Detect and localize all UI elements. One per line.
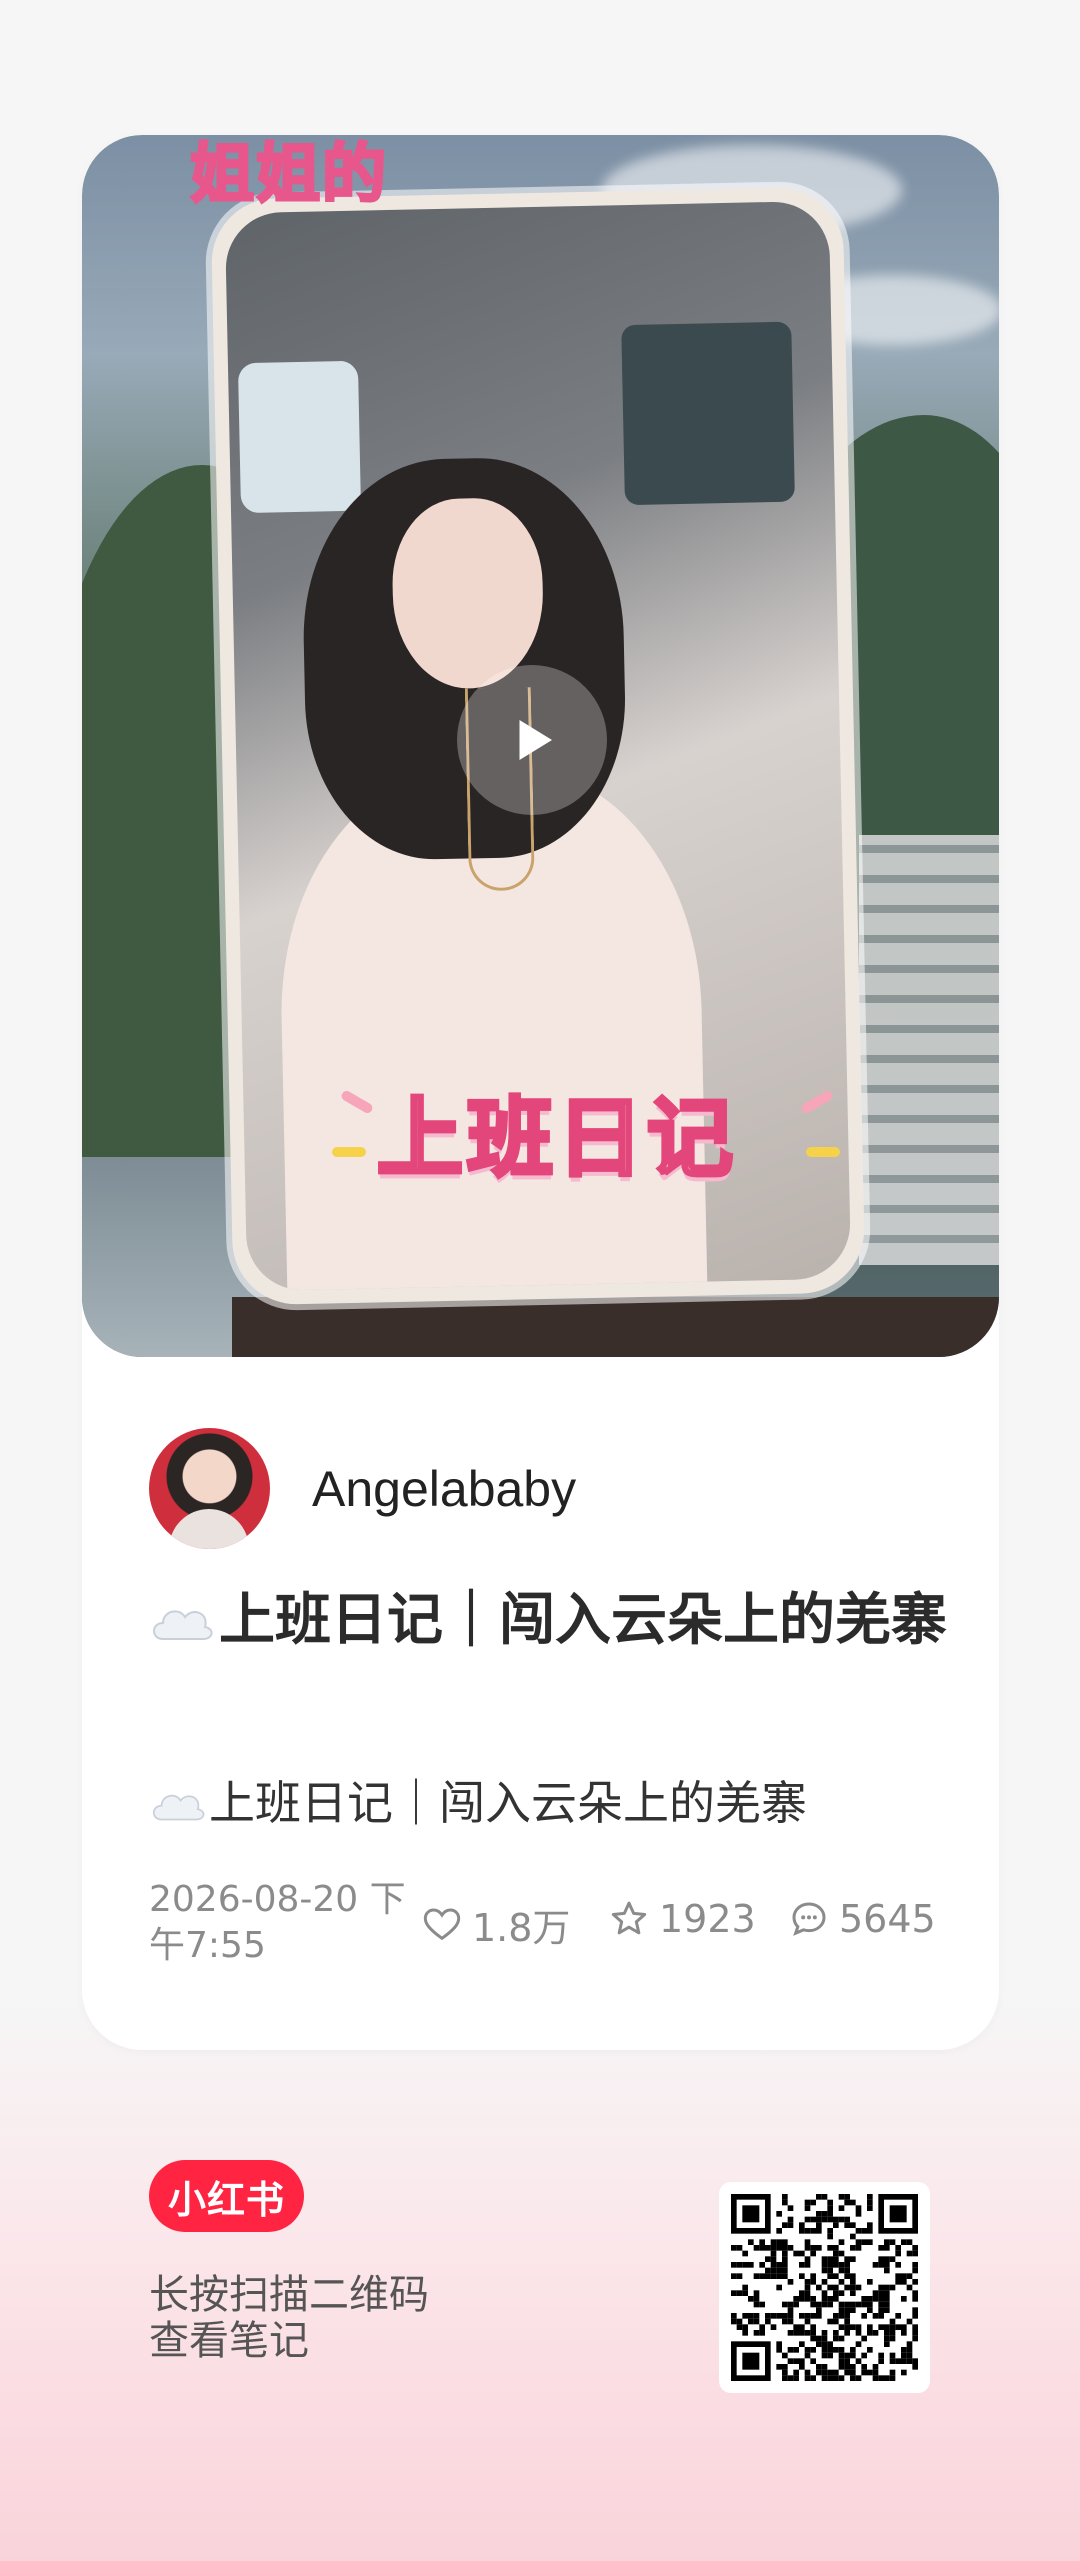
collect-stat[interactable]: 1923 bbox=[609, 1897, 756, 1941]
note-title: 上班日记｜闯入云朵上的羌寨 bbox=[149, 1575, 949, 1667]
xiaohongshu-logo: 小红书 bbox=[149, 2160, 304, 2232]
comment-stat[interactable]: 5645 bbox=[789, 1897, 936, 1941]
sparkle-decoration bbox=[806, 1147, 840, 1157]
cloud-emoji-icon bbox=[153, 1610, 213, 1640]
heart-icon bbox=[423, 1907, 461, 1940]
meta-row: 2026-08-20 下午7:55 1.8万 1923 5645 bbox=[149, 1877, 939, 1977]
play-button[interactable] bbox=[457, 665, 607, 815]
qr-code[interactable] bbox=[719, 2182, 930, 2393]
like-count: 1.8万 bbox=[472, 1906, 571, 1950]
comment-icon bbox=[792, 1902, 826, 1936]
qr-code-icon bbox=[731, 2194, 918, 2381]
play-icon bbox=[519, 720, 552, 760]
collect-count: 1923 bbox=[659, 1897, 756, 1941]
note-description-text: 上班日记｜闯入云朵上的羌寨 bbox=[209, 1776, 807, 1830]
cover-main-sticker: 上班日记 bbox=[375, 1087, 737, 1191]
video-cover[interactable]: 姐姐的 上班日记 bbox=[82, 135, 999, 1357]
town-buildings bbox=[859, 835, 999, 1265]
author-name[interactable]: Angelababy bbox=[312, 1460, 576, 1518]
post-date: 2026-08-20 下午7:55 bbox=[149, 1879, 406, 1966]
covered-bridge bbox=[232, 1297, 999, 1357]
star-icon bbox=[611, 1901, 647, 1935]
like-stat[interactable]: 1.8万 bbox=[422, 1897, 570, 1952]
avatar-shirt bbox=[169, 1509, 249, 1549]
scan-hint-line2: 查看笔记 bbox=[149, 2318, 309, 2364]
car-window bbox=[237, 360, 362, 514]
note-card[interactable]: 姐姐的 上班日记 Angelababy 上班日记｜闯入云朵上的羌寨 上班日记｜闯… bbox=[82, 135, 999, 2050]
note-title-text: 上班日记｜闯入云朵上的羌寨 bbox=[219, 1588, 947, 1653]
scan-hint-line1: 长按扫描二维码 bbox=[149, 2272, 429, 2318]
cloud-emoji-icon bbox=[152, 1794, 205, 1821]
cover-top-sticker: 姐姐的 bbox=[189, 137, 388, 214]
scan-hint: 长按扫描二维码 查看笔记 bbox=[149, 2272, 429, 2364]
avatar[interactable] bbox=[149, 1428, 270, 1549]
note-description: 上班日记｜闯入云朵上的羌寨 bbox=[149, 1771, 949, 1835]
car-window bbox=[621, 321, 795, 506]
comment-count: 5645 bbox=[839, 1897, 936, 1941]
author-row[interactable]: Angelababy bbox=[149, 1428, 576, 1549]
